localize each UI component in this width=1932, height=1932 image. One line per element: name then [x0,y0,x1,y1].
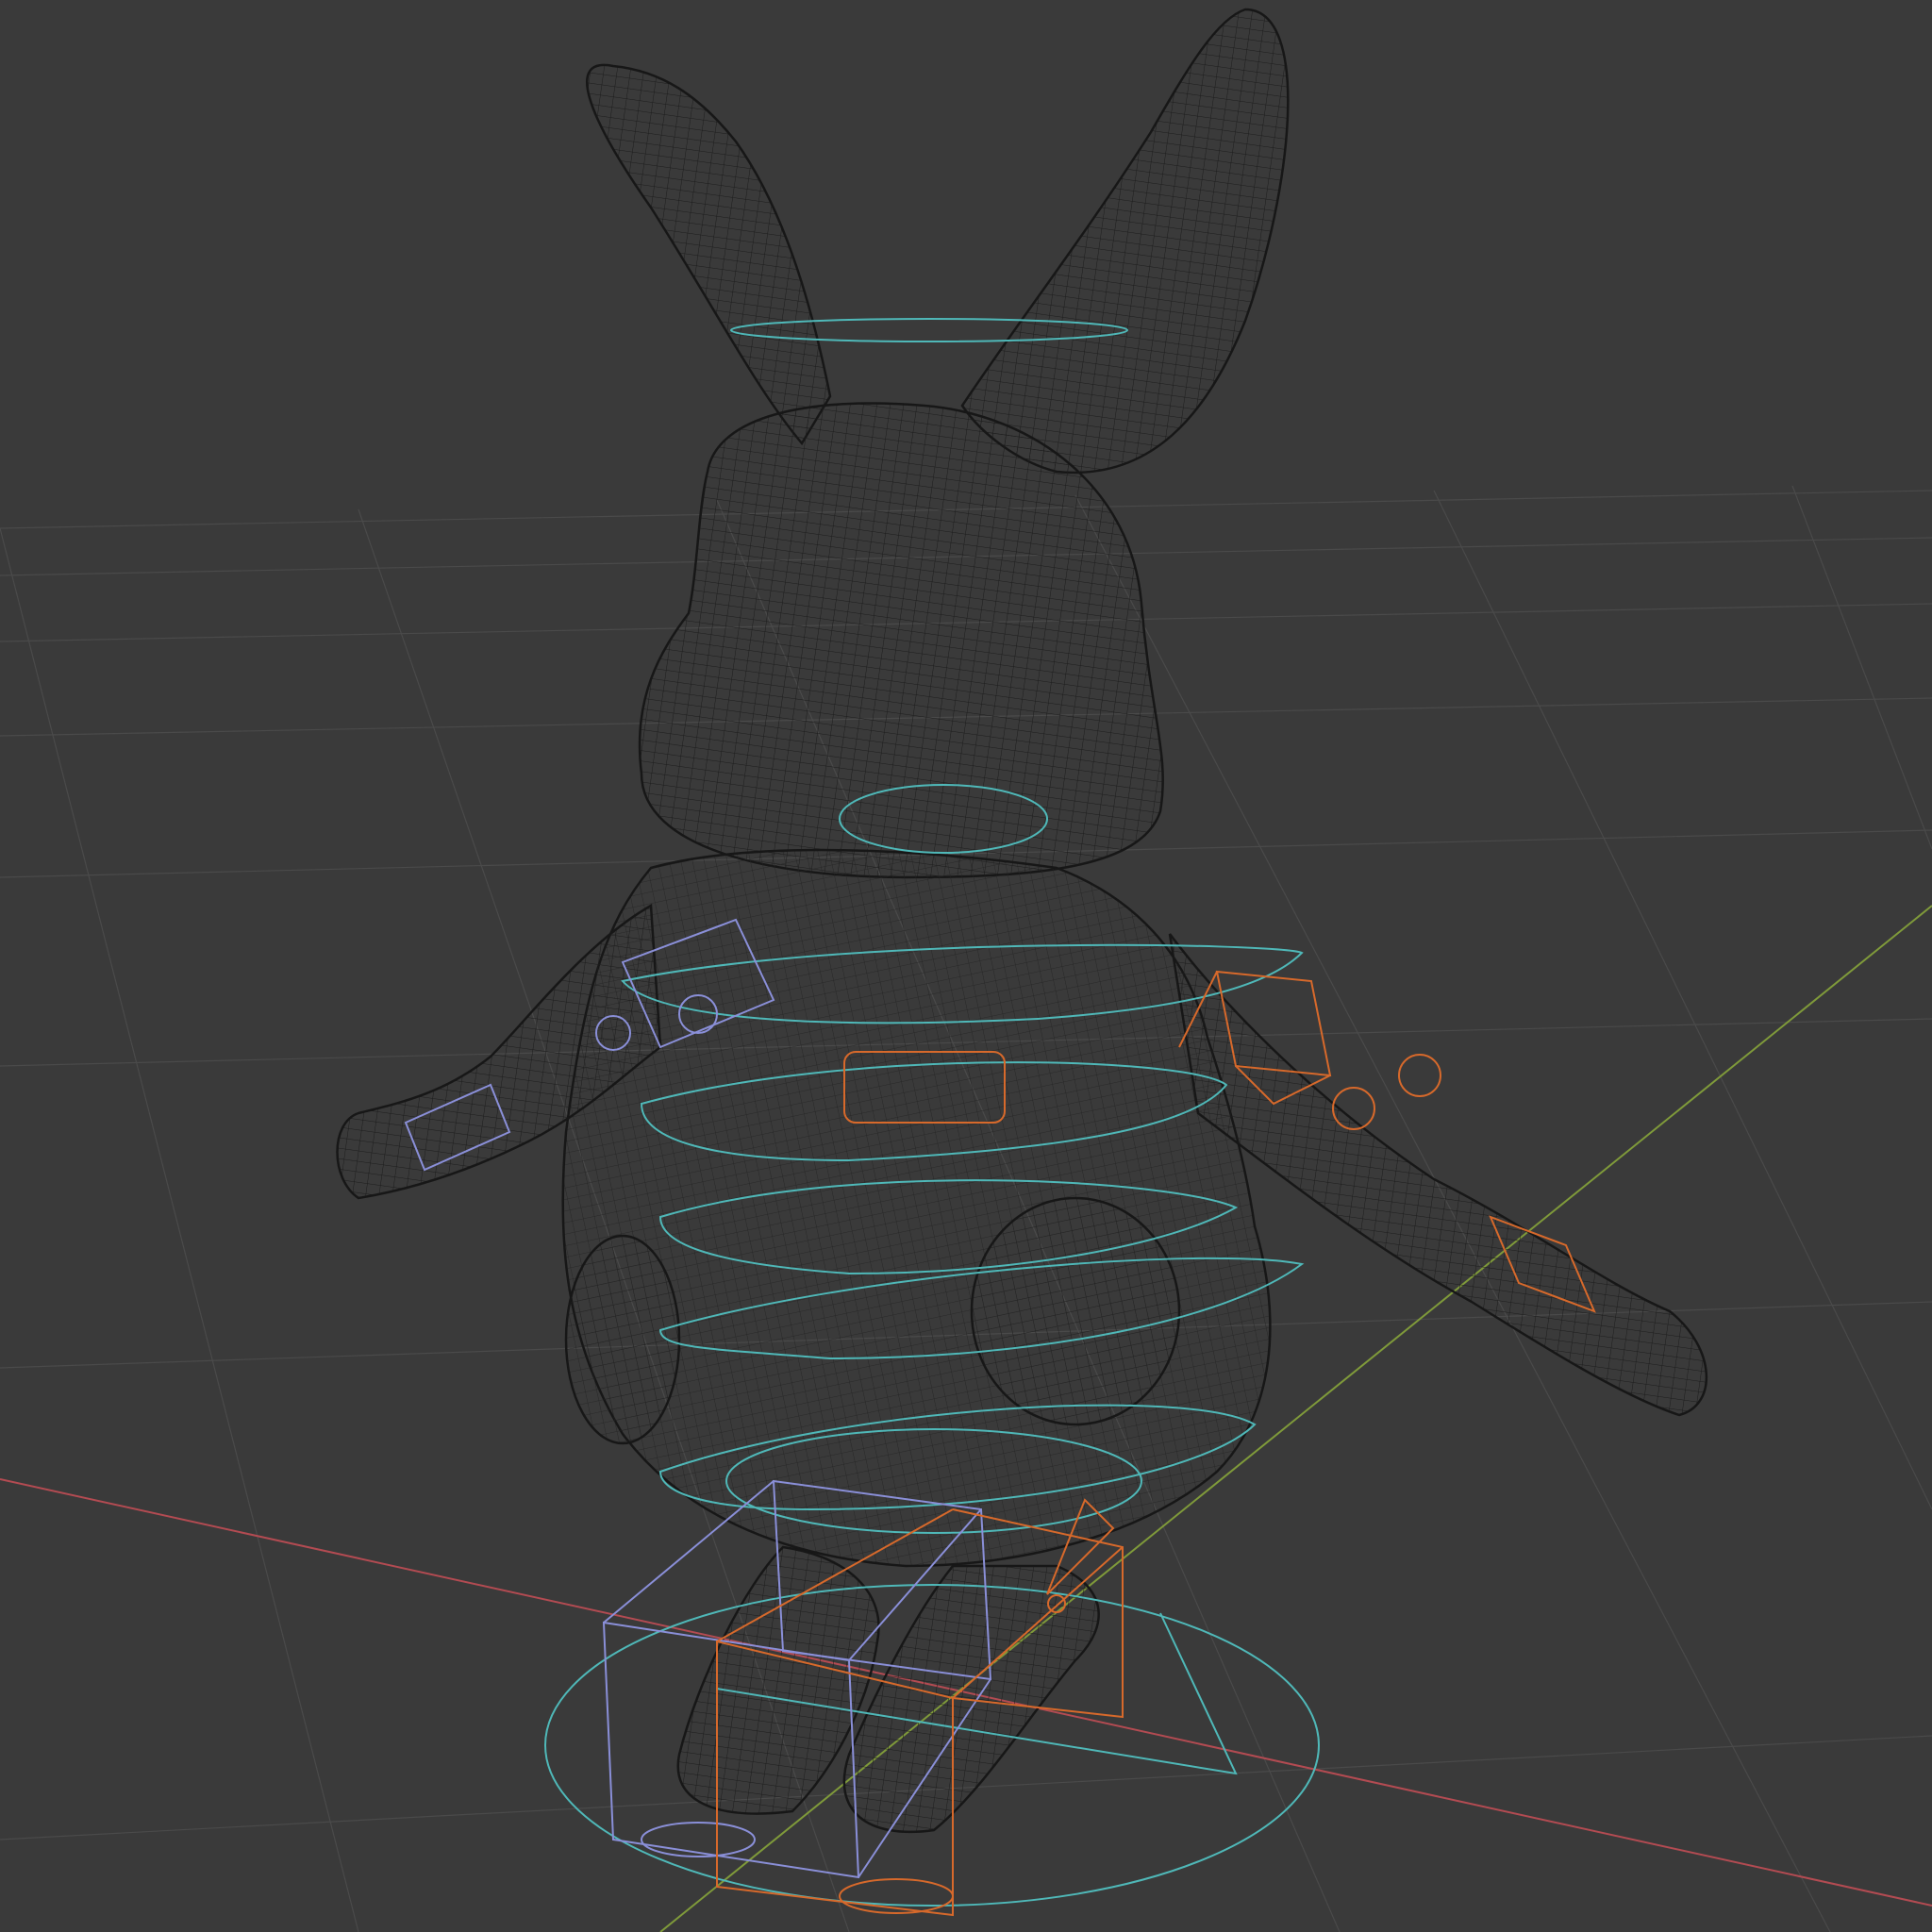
viewport-canvas[interactable] [0,0,1932,1932]
rabbit-mesh[interactable] [336,8,1708,1834]
3d-viewport[interactable] [0,0,1932,1932]
